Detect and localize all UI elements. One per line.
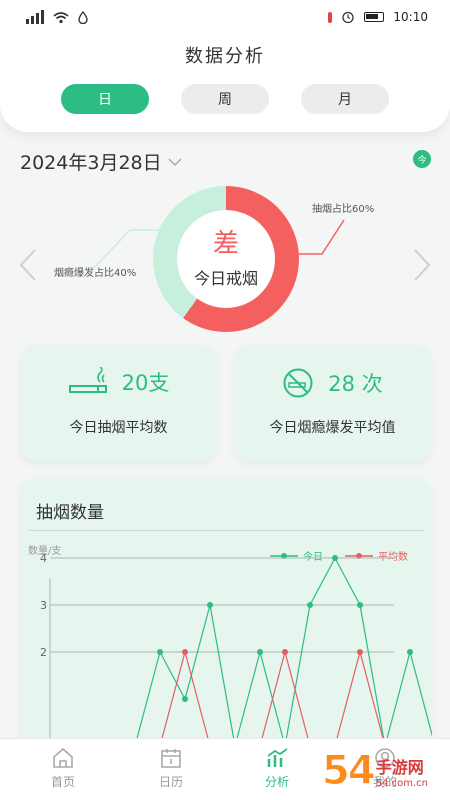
series-line-average	[110, 649, 432, 747]
smoking-count-card: 抽烟数量 数量/支 今日 平均数 432	[20, 478, 432, 778]
wifi-icon	[53, 11, 69, 23]
alarm-icon	[342, 11, 355, 24]
y-tick-label: 2	[40, 646, 47, 659]
legend-today: 今日	[270, 550, 323, 563]
next-day-button[interactable]	[412, 248, 432, 290]
data-point	[332, 555, 338, 561]
header-card: 数据分析 日 周 月	[0, 34, 450, 132]
data-point	[157, 649, 163, 655]
legend-average-label: 平均数	[378, 550, 408, 563]
avg-craving-card: 28 次 今日烟瘾爆发平均值	[234, 345, 431, 461]
smoking-share-label: 抽烟占比60%	[312, 204, 375, 215]
legend-today-label: 今日	[303, 550, 323, 563]
y-tick-label: 3	[40, 599, 47, 612]
drop-icon	[78, 10, 88, 24]
chevron-left-icon	[19, 249, 36, 281]
avg-smoking-card: 20支 今日抽烟平均数	[20, 345, 217, 461]
nav-analysis-label: 分析	[264, 775, 289, 789]
chart-icon	[267, 748, 288, 767]
thermometer-icon	[328, 11, 333, 23]
page-title: 数据分析	[185, 46, 265, 67]
y-tick-label: 4	[40, 552, 47, 565]
chevron-down-icon	[168, 157, 182, 166]
nav-home-label: 首页	[50, 775, 75, 789]
donut-ring: 差 今日戒烟	[153, 186, 299, 332]
line-chart: 数量/支 今日 平均数 432	[28, 544, 432, 778]
data-point	[207, 602, 213, 608]
avg-smoking-value: 20支	[121, 371, 170, 395]
period-tabs: 日 周 月	[0, 84, 450, 116]
nav-calendar[interactable]: 日历	[136, 747, 206, 790]
tab-day[interactable]: 日	[61, 84, 149, 114]
date-picker[interactable]: 2024年3月28日	[20, 148, 182, 175]
cigarette-icon	[68, 367, 107, 393]
watermark-text: 手游网	[375, 757, 424, 777]
avg-smoking-caption: 今日抽烟平均数	[69, 420, 168, 436]
status-time: 10:10	[393, 10, 428, 24]
signal-icon	[26, 10, 44, 24]
data-point	[257, 649, 263, 655]
data-point	[182, 696, 188, 702]
donut-center-label: 今日戒烟	[193, 269, 258, 288]
chevron-right-icon	[414, 249, 431, 281]
data-point	[282, 649, 288, 655]
data-point	[307, 602, 313, 608]
data-point	[407, 649, 413, 655]
donut-center: 差 今日戒烟	[177, 210, 275, 308]
watermark-number: 54	[322, 748, 377, 795]
legend-average: 平均数	[345, 550, 408, 563]
data-point	[357, 602, 363, 608]
battery-icon	[364, 12, 385, 22]
selected-date: 2024年3月28日	[20, 152, 162, 174]
tab-month[interactable]: 月	[301, 84, 389, 114]
grade-label: 差	[212, 229, 239, 259]
watermark-domain: 54.com.cn	[375, 777, 428, 789]
data-point	[357, 649, 363, 655]
nav-calendar-label: 日历	[158, 775, 183, 789]
tab-week[interactable]: 周	[181, 84, 269, 114]
avg-craving-value: 28 次	[328, 372, 383, 396]
craving-share-label: 烟瘾爆发占比40%	[54, 268, 137, 279]
home-icon	[53, 747, 73, 768]
nav-home[interactable]: 首页	[28, 747, 98, 790]
prev-day-button[interactable]	[18, 248, 38, 290]
no-smoking-icon	[283, 368, 313, 398]
calendar-icon	[161, 749, 181, 768]
today-button[interactable]: 今	[413, 150, 431, 168]
avg-craving-caption: 今日烟瘾爆发平均值	[269, 420, 396, 436]
donut-chart: 差 今日戒烟 抽烟占比60% 烟瘾爆发占比40%	[0, 180, 450, 350]
data-point	[182, 649, 188, 655]
status-bar: 10:10	[0, 0, 450, 34]
watermark-logo: 54 手游网 54.com.cn	[300, 742, 450, 800]
